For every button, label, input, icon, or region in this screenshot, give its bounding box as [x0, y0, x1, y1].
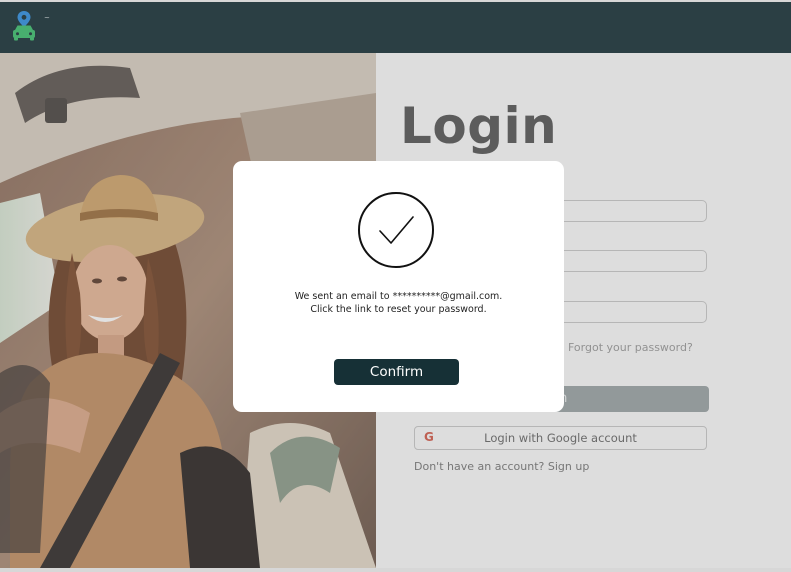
- login-page: ~ Login Forgot your password? G Login wi…: [0, 0, 791, 572]
- confirm-button[interactable]: Confirm: [334, 359, 459, 385]
- dialog-message: We sent an email to **********@gmail.com…: [294, 291, 503, 315]
- checkmark-circle-icon: [358, 192, 434, 268]
- email-sent-dialog: We sent an email to **********@gmail.com…: [233, 161, 564, 412]
